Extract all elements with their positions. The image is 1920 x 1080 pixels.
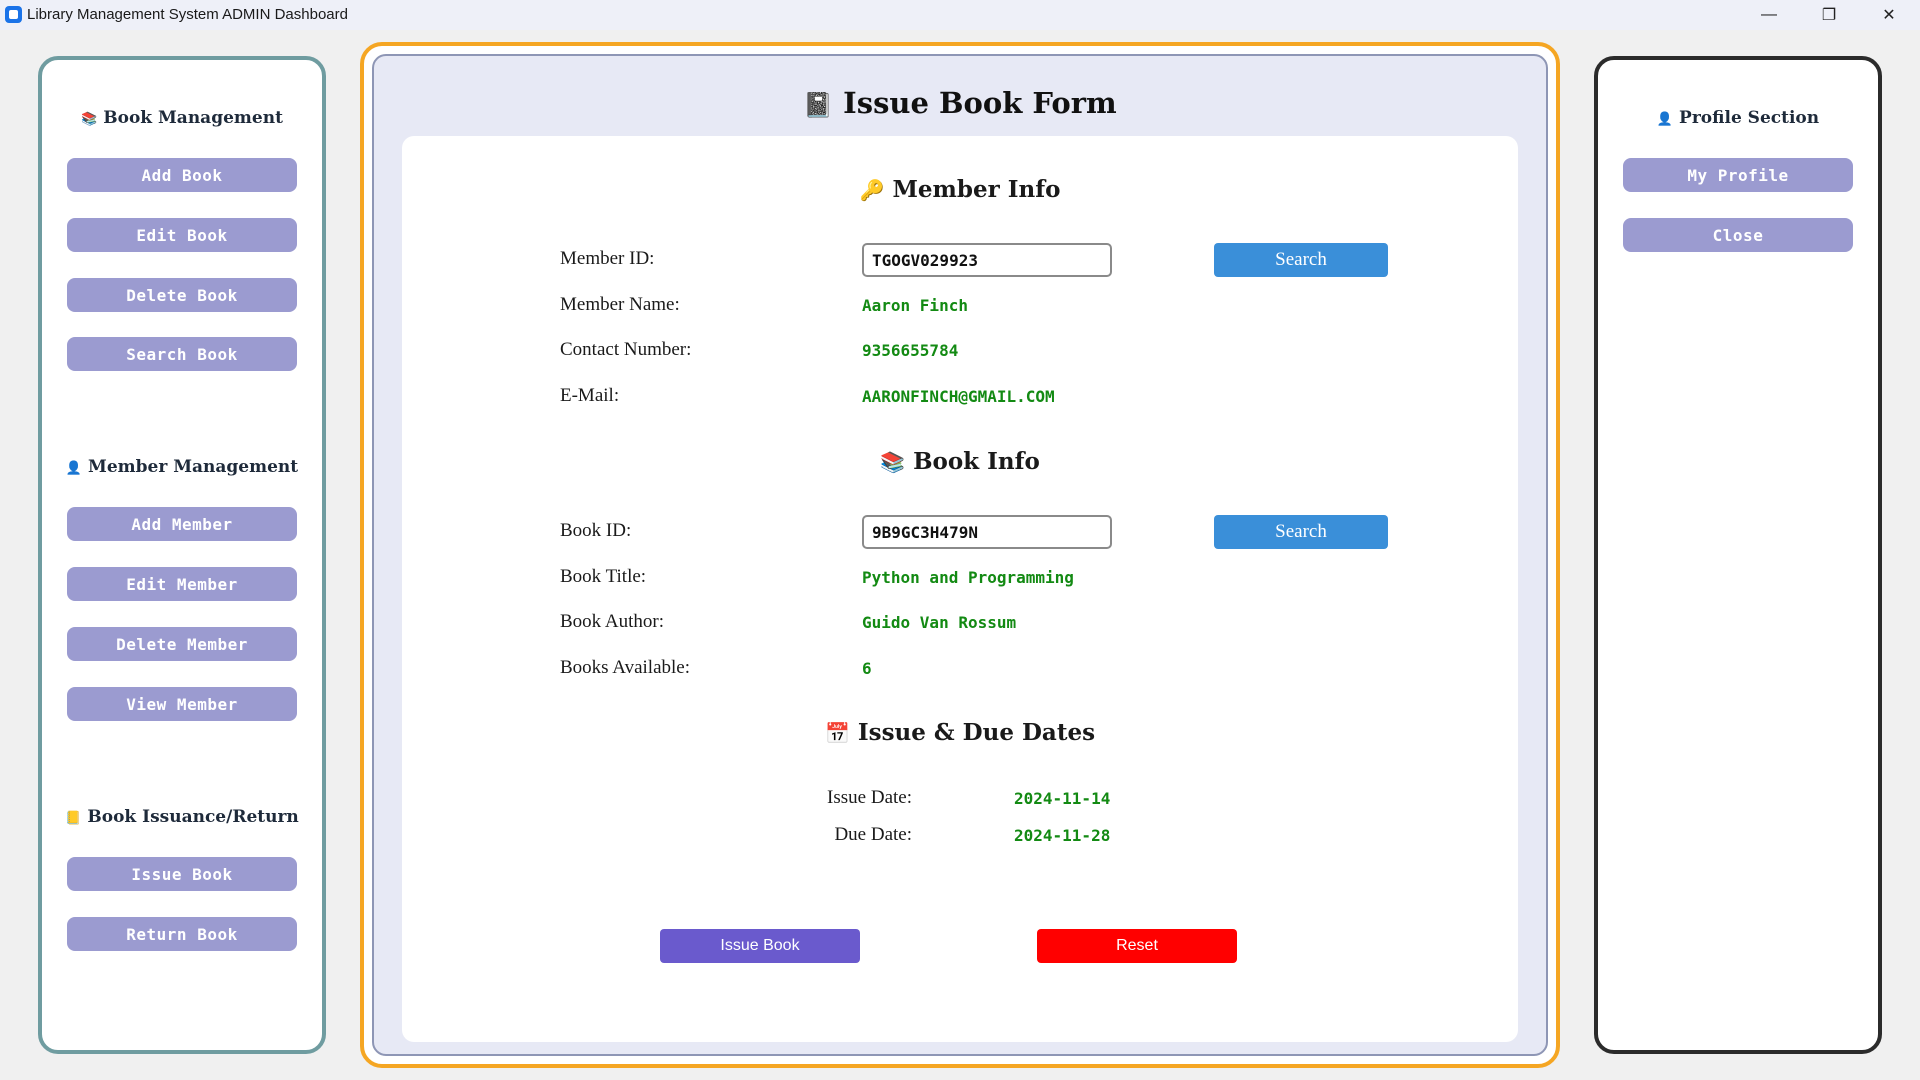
window-title: Library Management System ADMIN Dashboar… (27, 6, 348, 23)
admin-sidebar: 📚 Book Management Add Book Edit Book Dele… (38, 56, 326, 1054)
dates-heading: 📅 Issue & Due Dates (824, 719, 1096, 746)
issue-date-value: 2024-11-14 (1014, 789, 1111, 808)
contact-number-value: 9356655784 (862, 341, 959, 360)
view-member-button[interactable]: View Member (67, 687, 297, 721)
member-search-button[interactable]: Search (1214, 243, 1388, 277)
add-member-button[interactable]: Add Member (67, 507, 297, 541)
ledger-icon: 📒 (65, 811, 82, 826)
member-name-value: Aaron Finch (862, 296, 968, 315)
form-card: 🔑 Member Info Member ID: TGOGV029923 Sear… (402, 136, 1518, 1042)
issue-book-form-container: 📓 Issue Book Form 🔑 Member Info Member ID:… (360, 42, 1560, 1068)
due-date-label: Due Date: (834, 824, 912, 845)
book-id-label: Book ID: (560, 520, 632, 541)
email-label: E-Mail: (560, 385, 620, 406)
my-profile-button[interactable]: My Profile (1623, 158, 1853, 192)
calendar-icon: 📅 (824, 721, 850, 745)
due-date-value: 2024-11-28 (1014, 826, 1111, 845)
key-icon: 🔑 (859, 178, 885, 202)
book-id-input[interactable]: 9B9GC3H479N (862, 515, 1112, 549)
add-book-button[interactable]: Add Book (67, 158, 297, 192)
book-info-heading: 📚 Book Info (880, 448, 1040, 475)
book-management-heading: 📚 Book Management (81, 108, 283, 128)
app-icon (5, 6, 22, 23)
member-id-input[interactable]: TGOGV029923 (862, 243, 1112, 277)
book-author-label: Book Author: (560, 611, 664, 632)
restore-button[interactable]: ❐ (1806, 0, 1852, 30)
person-icon: 👤 (1656, 112, 1674, 127)
member-management-heading: 👤 Member Management (65, 457, 299, 477)
issue-book-nav-button[interactable]: Issue Book (67, 857, 297, 891)
books-available-label: Books Available: (560, 657, 690, 678)
book-search-button[interactable]: Search (1214, 515, 1388, 549)
books-available-value: 6 (862, 659, 872, 678)
email-value: AARONFINCH@GMAIL.COM (862, 387, 1055, 406)
delete-member-button[interactable]: Delete Member (67, 627, 297, 661)
member-info-heading: 🔑 Member Info (859, 176, 1061, 203)
notebook-icon: 📓 (803, 90, 834, 119)
person-icon: 👤 (65, 461, 83, 476)
edit-book-button[interactable]: Edit Book (67, 218, 297, 252)
close-button[interactable]: Close (1623, 218, 1853, 252)
profile-panel: 👤 Profile Section My Profile Close (1594, 56, 1882, 1054)
contact-number-label: Contact Number: (560, 339, 692, 360)
profile-section-heading: 👤 Profile Section (1656, 108, 1820, 128)
book-author-value: Guido Van Rossum (862, 613, 1017, 632)
issue-date-label: Issue Date: (827, 787, 912, 808)
issuance-heading: 📒 Book Issuance/Return (65, 807, 299, 827)
book-title-label: Book Title: (560, 566, 647, 587)
reset-button[interactable]: Reset (1037, 929, 1237, 963)
books-icon: 📚 (81, 112, 98, 127)
issue-book-button[interactable]: Issue Book (660, 929, 860, 963)
search-book-button[interactable]: Search Book (67, 337, 297, 371)
book-title-value: Python and Programming (862, 568, 1074, 587)
title-bar: Library Management System ADMIN Dashboar… (0, 0, 1920, 30)
edit-member-button[interactable]: Edit Member (67, 567, 297, 601)
books-icon: 📚 (880, 450, 906, 474)
member-id-label: Member ID: (560, 248, 655, 269)
return-book-nav-button[interactable]: Return Book (67, 917, 297, 951)
delete-book-button[interactable]: Delete Book (67, 278, 297, 312)
form-title: 📓 Issue Book Form (803, 86, 1117, 120)
close-window-button[interactable]: ✕ (1866, 0, 1912, 30)
member-name-label: Member Name: (560, 294, 680, 315)
minimize-button[interactable]: — (1746, 0, 1792, 30)
issue-book-form-frame: 📓 Issue Book Form 🔑 Member Info Member ID:… (372, 54, 1548, 1056)
